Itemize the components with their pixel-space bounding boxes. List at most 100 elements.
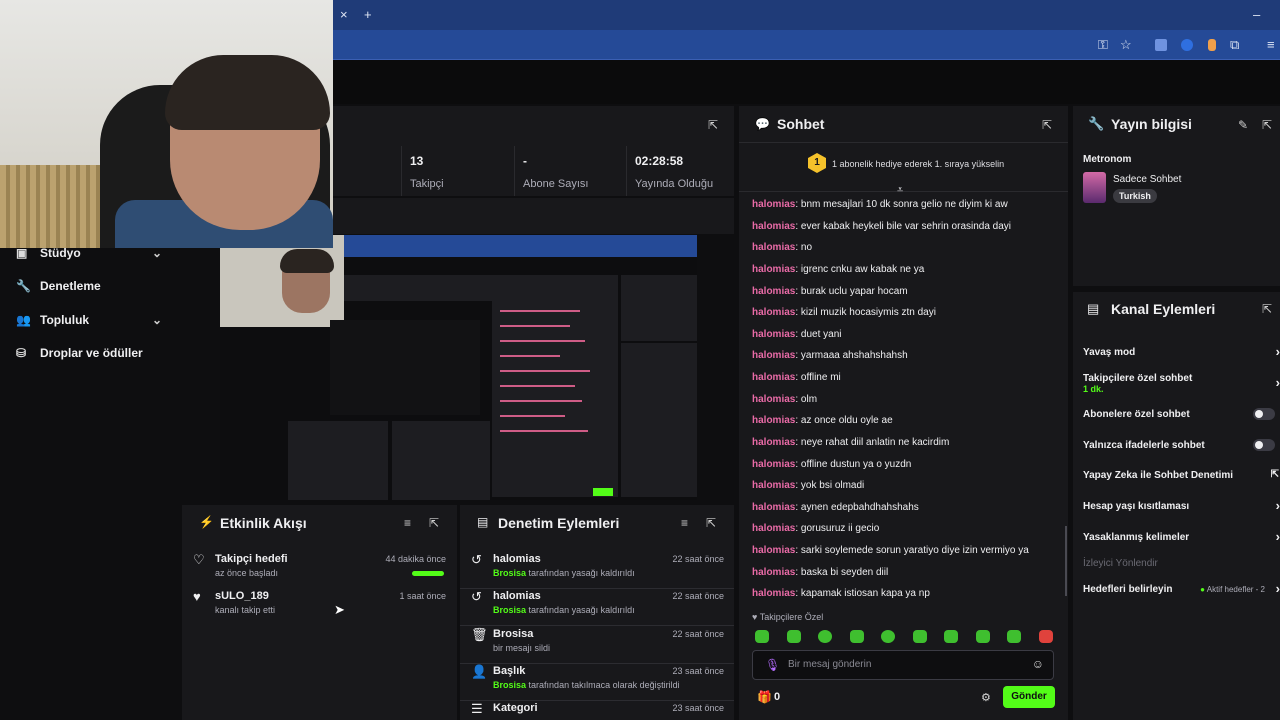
popout-icon[interactable]: ⇱ bbox=[1262, 118, 1272, 132]
toggle-switch[interactable] bbox=[1253, 408, 1275, 420]
pencil-icon[interactable]: ✎ bbox=[1238, 118, 1248, 132]
action-goals[interactable]: Hedefleri belirleyin ● Aktif hedefler - … bbox=[1083, 581, 1280, 596]
goal-progress-bar bbox=[412, 571, 444, 576]
stat-label: Yayında Olduğu bbox=[635, 178, 714, 190]
chevron-right-icon: › bbox=[1275, 498, 1280, 513]
pinned-banner[interactable]: 1 1 abonelik hediye ederek 1. sıraya yük… bbox=[739, 142, 1068, 192]
wrench-icon: 🔧 bbox=[1088, 116, 1105, 131]
popout-icon[interactable]: ⇱ bbox=[1042, 118, 1052, 132]
item-title: Takipçi hedefi bbox=[215, 553, 288, 565]
menu-icon[interactable]: ≡ bbox=[1267, 30, 1275, 60]
minimize-icon[interactable]: – bbox=[1253, 0, 1260, 30]
gift-icon[interactable]: 🎁 bbox=[757, 690, 772, 704]
list-item[interactable]: 🗑 Brosisa bir mesajı sildi 22 saat önce bbox=[460, 627, 734, 664]
emote-icon[interactable] bbox=[1007, 630, 1021, 643]
drops-icon: ⛁ bbox=[16, 346, 27, 360]
settings-icon[interactable]: ⚙ bbox=[981, 691, 991, 704]
popout-icon[interactable]: ⇱ bbox=[706, 516, 716, 530]
chat-message: halomias: az once oldu oyle ae bbox=[752, 415, 893, 426]
toggle-switch[interactable] bbox=[1253, 439, 1275, 451]
sidebar-item-drops[interactable]: ⛁ Droplar ve ödüller bbox=[0, 336, 180, 370]
chevron-down-icon: ⌄ bbox=[151, 313, 162, 327]
action-account-age[interactable]: Hesap yaşı kısıtlaması › bbox=[1083, 498, 1280, 513]
emote-icon[interactable] bbox=[976, 630, 990, 643]
emote-icon[interactable] bbox=[787, 630, 801, 643]
list-item[interactable]: ☰ Kategori 23 saat önce bbox=[460, 701, 734, 720]
popout-icon: ⇱ bbox=[1270, 469, 1279, 480]
category-icon: ☰ bbox=[471, 701, 483, 716]
action-banned-words[interactable]: Yasaklanmış kelimeler › bbox=[1083, 529, 1280, 544]
close-tab-icon[interactable]: × bbox=[340, 0, 348, 30]
new-tab-icon[interactable]: + bbox=[364, 0, 372, 30]
star-icon[interactable]: ☆ bbox=[1120, 30, 1132, 60]
item-subtitle: kanalı takip etti bbox=[215, 605, 276, 615]
emoji-icon[interactable]: ☺ bbox=[1032, 657, 1044, 671]
collapse-icon[interactable]: ⩡ bbox=[897, 184, 903, 197]
sidebar-item-moderation[interactable]: 🔧 Denetleme bbox=[0, 269, 180, 303]
chat-message: halomias: duet yani bbox=[752, 329, 842, 340]
action-subscribers-only[interactable]: Abonelere özel sohbet bbox=[1083, 408, 1275, 420]
stat-label: Takipçi bbox=[410, 178, 444, 190]
action-slow-mode[interactable]: Yavaş mod › bbox=[1083, 344, 1280, 359]
studio-icon: ▣ bbox=[16, 246, 28, 260]
item-time: 22 saat önce bbox=[672, 629, 724, 639]
list-item[interactable]: ↺ halomias Brosisa tarafından yasağı kal… bbox=[460, 589, 734, 626]
item-time: 23 saat önce bbox=[672, 703, 724, 713]
sidebar-item-community[interactable]: 👥 Topluluk ⌄ bbox=[0, 303, 180, 337]
filter-icon[interactable]: ≡ bbox=[681, 516, 688, 530]
item-time: 44 dakika önce bbox=[385, 554, 446, 564]
popout-icon[interactable]: ⇱ bbox=[429, 516, 439, 530]
list-item[interactable]: ♥ sULO_189 kanalı takip etti 1 saat önce bbox=[182, 589, 457, 626]
key-icon[interactable]: ⚿ bbox=[1098, 30, 1108, 60]
puzzle-icon[interactable]: ⧉ bbox=[1230, 30, 1239, 60]
chat-message: halomias: neye rahat diil anlatin ne kac… bbox=[752, 437, 950, 448]
item-time: 22 saat önce bbox=[672, 591, 724, 601]
action-ai-moderation[interactable]: Yapay Zeka ile Sohbet Denetimi ⇱ bbox=[1083, 469, 1279, 481]
emote-icon[interactable] bbox=[850, 630, 864, 643]
chat-message: halomias: kizil muzik hocasiymis ztn day… bbox=[752, 307, 936, 318]
stream-preview bbox=[220, 235, 697, 500]
list-item[interactable]: ↺ halomias Brosisa tarafından yasağı kal… bbox=[460, 552, 734, 589]
emote-icon[interactable] bbox=[818, 630, 832, 643]
item-title: halomias bbox=[493, 590, 541, 602]
item-title: sULO_189 bbox=[215, 590, 269, 602]
gift-badge-icon: 1 bbox=[808, 153, 826, 173]
microphone-icon[interactable]: 🎙 bbox=[765, 658, 780, 672]
stat-followers: 13 Takipçi bbox=[401, 146, 513, 196]
stat-value: - bbox=[523, 154, 527, 168]
action-followers-only[interactable]: Takipçilere özel sohbet 1 dk. › bbox=[1083, 373, 1280, 395]
stat-value: 13 bbox=[410, 154, 424, 168]
chat-scrollbar[interactable] bbox=[1065, 526, 1067, 596]
panel-title: Denetim Eylemleri bbox=[498, 515, 620, 531]
chat-input[interactable]: 🎙 Bir mesaj gönderin ☺ bbox=[752, 650, 1054, 680]
action-emote-only[interactable]: Yalnızca ifadelerle sohbet bbox=[1083, 439, 1275, 451]
chat-message: halomias: igrenc cnku aw kabak ne ya bbox=[752, 264, 925, 275]
chat-message: halomias: offline dustun ya o yuzdn bbox=[752, 459, 912, 470]
item-time: 22 saat önce bbox=[672, 554, 724, 564]
points-count: 0 bbox=[774, 691, 781, 703]
translate-icon[interactable] bbox=[1155, 39, 1167, 51]
send-button[interactable]: Gönder bbox=[1003, 686, 1055, 708]
chat-message: halomias: offline mi bbox=[752, 372, 841, 383]
extension-icon[interactable] bbox=[1208, 39, 1216, 51]
lightning-icon: ⚡ bbox=[199, 515, 214, 529]
extension-icon[interactable] bbox=[1181, 39, 1193, 51]
item-title: Başlık bbox=[493, 665, 526, 677]
emote-icon[interactable] bbox=[881, 630, 895, 643]
popout-icon[interactable]: ⇱ bbox=[708, 118, 718, 132]
filter-icon[interactable]: ≡ bbox=[404, 516, 411, 530]
chat-message: halomias: no bbox=[752, 242, 813, 253]
list-item[interactable]: 👤 Başlık Brosisa tarafından takılmaca ol… bbox=[460, 664, 734, 701]
stream-title: Metronom bbox=[1083, 154, 1132, 165]
panel-title: Kanal Eylemleri bbox=[1111, 301, 1216, 317]
pinned-text: 1 abonelik hediye ederek 1. sıraya yükse… bbox=[832, 159, 1005, 169]
popout-icon[interactable]: ⇱ bbox=[1262, 302, 1272, 316]
emote-icon[interactable] bbox=[913, 630, 927, 643]
chat-message: halomias: gorusuruz ii gecio bbox=[752, 523, 880, 534]
emote-icon[interactable] bbox=[755, 630, 769, 643]
emote-icon[interactable] bbox=[1039, 630, 1053, 643]
emote-icon[interactable] bbox=[944, 630, 958, 643]
category-thumbnail bbox=[1083, 172, 1106, 203]
item-subtitle: Brosisa tarafından takılmaca olarak deği… bbox=[493, 680, 680, 690]
list-item[interactable]: ♡ Takipçi hedefi az önce başladı 44 daki… bbox=[182, 552, 457, 589]
